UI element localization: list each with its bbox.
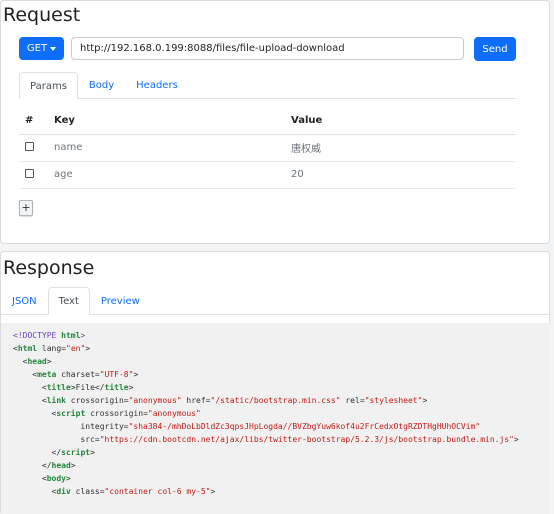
- code-line: <script crossorigin="anonymous": [13, 407, 551, 420]
- code-token: crossorigin=: [85, 409, 148, 418]
- code-line: <body>: [13, 472, 551, 485]
- code-token: link: [46, 396, 66, 405]
- request-tabs: Params Body Headers: [19, 72, 516, 99]
- code-token: html: [61, 331, 81, 340]
- code-token: integrity=: [13, 422, 129, 431]
- table-row: age 20: [19, 161, 516, 189]
- param-key-cell[interactable]: name: [54, 134, 291, 162]
- response-title: Response: [3, 257, 95, 279]
- code-token: crossorigin=: [65, 396, 129, 405]
- code-line: <title>File</title>: [13, 381, 551, 394]
- code-token: >: [513, 435, 519, 444]
- code-token: </: [13, 461, 52, 470]
- code-token: title: [46, 383, 71, 392]
- response-card: Response JSON Text Preview <!DOCTYPE htm…: [0, 251, 551, 514]
- method-label: GET: [26, 43, 48, 54]
- col-header-index: #: [19, 108, 54, 135]
- code-line: <div class="container col-6 my-5">: [13, 485, 551, 498]
- code-token: >: [85, 344, 91, 353]
- response-tabs: JSON Text Preview: [1, 287, 551, 315]
- code-token: <: [13, 383, 47, 392]
- response-body-code[interactable]: <!DOCTYPE html> <html lang="en"> <head> <…: [1, 323, 551, 514]
- code-line: <link crossorigin="anonymous" href="/sta…: [13, 394, 551, 407]
- params-header-row: # Key Value: [19, 108, 516, 135]
- code-token: >: [422, 396, 428, 405]
- request-title: Request: [3, 4, 81, 26]
- url-input[interactable]: [71, 37, 464, 60]
- table-row: name 唐权威: [19, 134, 516, 162]
- code-token: >: [80, 331, 86, 340]
- code-token: lang=: [37, 344, 66, 353]
- code-token: href=: [181, 396, 211, 405]
- method-dropdown-button[interactable]: GET: [19, 37, 64, 60]
- caret-down-icon: [50, 46, 57, 51]
- code-token: head: [51, 461, 71, 470]
- code-token: src=: [13, 435, 100, 444]
- code-token: charset=: [56, 370, 100, 379]
- tab-body[interactable]: Body: [78, 72, 125, 98]
- request-card: Request GET Send Params Body Headers # K…: [0, 0, 550, 244]
- code-token: rel=: [340, 396, 365, 405]
- code-token: >: [65, 474, 71, 483]
- code-token: meta: [37, 370, 57, 379]
- code-token: head: [27, 357, 47, 366]
- code-token: script: [56, 409, 86, 418]
- code-token: <: [13, 370, 38, 379]
- code-line: <meta charset="UTF-8">: [13, 368, 551, 381]
- code-token: <: [13, 409, 57, 418]
- tab-json[interactable]: JSON: [1, 287, 48, 314]
- code-token: </: [13, 448, 62, 457]
- code-token: "https://cdn.bootcdn.net/ajax/libs/twitt…: [99, 435, 514, 444]
- code-token: >: [128, 383, 134, 392]
- tab-params[interactable]: Params: [19, 72, 78, 99]
- code-token: "anonymous": [128, 396, 182, 405]
- code-token: body: [46, 474, 66, 483]
- col-header-value: Value: [291, 108, 516, 135]
- code-token: >: [70, 461, 76, 470]
- params-table: # Key Value name 唐权威 age 20: [19, 108, 516, 189]
- code-token: html: [17, 344, 38, 353]
- code-token: div: [56, 487, 71, 496]
- code-token: >: [210, 487, 216, 496]
- code-token: title: [104, 383, 129, 392]
- code-token: >: [90, 448, 95, 457]
- code-token: "sha384-/mhDoLbDldZc3qpsJHpLogda//BVZbgY…: [128, 422, 481, 431]
- code-token: script: [61, 448, 91, 457]
- code-token: "anonymous": [147, 409, 201, 418]
- code-token: "stylesheet": [364, 396, 423, 405]
- col-header-key: Key: [54, 108, 291, 135]
- code-token: >File</: [70, 383, 105, 392]
- code-line: src="https://cdn.bootcdn.net/ajax/libs/t…: [13, 433, 551, 446]
- code-token: <!DOCTYPE: [13, 331, 62, 340]
- code-token: <: [13, 396, 47, 405]
- param-enable-checkbox[interactable]: [25, 141, 34, 151]
- code-token: "container col-6 my-5": [104, 487, 211, 496]
- tab-preview[interactable]: Preview: [90, 287, 151, 314]
- param-value-cell[interactable]: 唐权威: [291, 134, 516, 162]
- code-token: class=: [70, 487, 105, 496]
- code-line: <!DOCTYPE html>: [13, 329, 551, 342]
- code-token: "/static/bootstrap.min.css": [210, 396, 341, 405]
- code-token: >: [46, 357, 52, 366]
- code-token: "en": [66, 344, 86, 353]
- code-line: <html lang="en">: [13, 342, 551, 355]
- code-token: >: [133, 370, 139, 379]
- param-key-cell[interactable]: age: [54, 161, 291, 189]
- code-token: <: [13, 487, 57, 496]
- param-value-cell[interactable]: 20: [291, 161, 516, 189]
- code-line: </script>: [13, 446, 551, 459]
- code-token: <: [13, 474, 47, 483]
- tab-headers[interactable]: Headers: [125, 72, 189, 98]
- code-line: <head>: [13, 355, 551, 368]
- send-button[interactable]: Send: [474, 37, 516, 61]
- code-line: </head>: [13, 459, 551, 472]
- code-token: <: [13, 357, 28, 366]
- param-enable-checkbox[interactable]: [25, 168, 34, 178]
- tab-text[interactable]: Text: [47, 287, 90, 315]
- code-line: integrity="sha384-/mhDoLbDldZc3qpsJHpLog…: [13, 420, 551, 433]
- code-token: "UTF-8": [99, 370, 134, 379]
- add-param-button[interactable]: +: [19, 200, 33, 216]
